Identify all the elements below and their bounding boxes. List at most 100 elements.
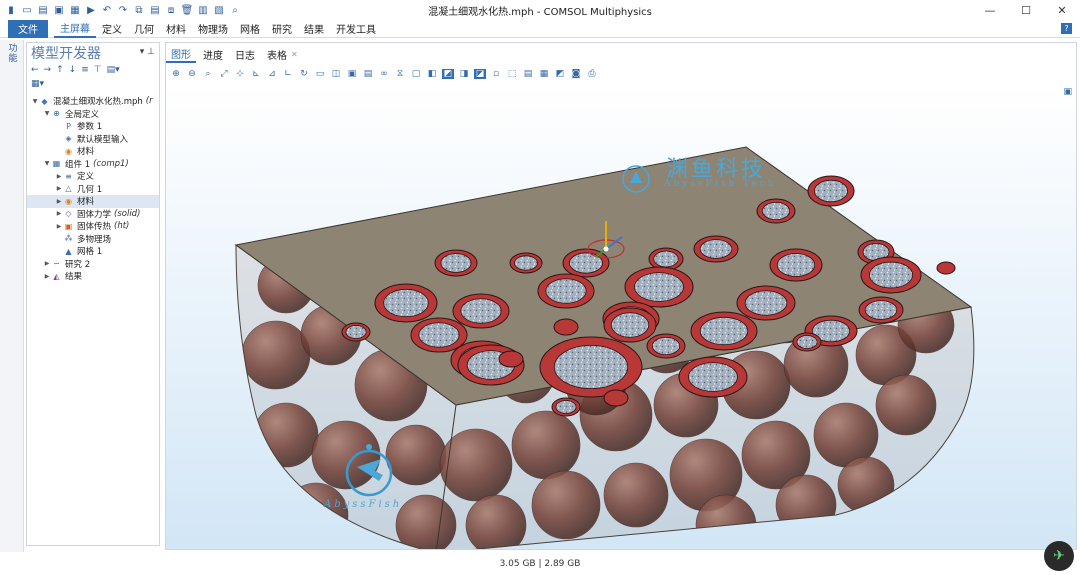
graphics-viewport[interactable]: 渊鱼科技 AbyssFish Tech AbyssFish ▣ [166, 85, 1076, 549]
menu-geometry[interactable]: 几何 [128, 20, 160, 38]
find-icon[interactable]: ⌕ [228, 3, 242, 17]
side-strip-label[interactable]: 功能 [7, 44, 19, 64]
close-tab-icon[interactable]: ✕ [291, 50, 298, 59]
zoom-in-icon[interactable]: ⊕ [170, 69, 182, 79]
zoom-extents-icon[interactable]: ⤢ [218, 69, 230, 79]
view-yz-icon[interactable]: ⊿ [266, 69, 278, 79]
redo-icon[interactable]: ↷ [116, 3, 130, 17]
wireframe-icon[interactable]: ▣ [346, 69, 358, 79]
expand-icon[interactable]: ≡ [81, 65, 89, 75]
file-menu-button[interactable]: 文件 [8, 19, 48, 38]
select-box-icon[interactable]: ▢ [410, 69, 422, 79]
back-icon[interactable]: ← [31, 65, 39, 75]
link-icon[interactable]: ∞ [378, 69, 390, 79]
expand-toggle-icon[interactable]: ▶ [43, 260, 51, 267]
minimize-button[interactable]: — [972, 0, 1008, 20]
collapse-icon[interactable]: ⊤ [94, 65, 102, 75]
panel-menu-icon[interactable]: ▾ [140, 47, 145, 57]
select-boundaries-icon[interactable]: ◨ [458, 69, 470, 79]
play-icon[interactable]: ▶ [84, 3, 98, 17]
menu-results[interactable]: 结果 [298, 20, 330, 38]
save-icon[interactable]: ▣ [52, 3, 66, 17]
delete-icon[interactable]: 🗑 [180, 3, 194, 17]
copy-icon[interactable]: ⧉ [132, 3, 146, 17]
scene-light-icon[interactable]: ▭ [314, 69, 326, 79]
tree-node[interactable]: ▲ 网格 1 [27, 245, 159, 258]
tree-node[interactable]: ▼ ▦ 组件 1 (comp1) [27, 158, 159, 171]
tree-node[interactable]: ⁂ 多物理场 [27, 233, 159, 246]
move-up-icon[interactable]: ↑ [56, 65, 64, 75]
tree-node[interactable]: ▼ ◆ 混凝土细观水化热.mph (r [27, 95, 159, 108]
expand-toggle-icon[interactable]: ▶ [55, 173, 63, 180]
render-icon[interactable]: ▤ [362, 69, 374, 79]
print-icon[interactable]: ⎙ [586, 69, 598, 79]
open-file-icon[interactable]: ▤ [36, 3, 50, 17]
clip-icon[interactable]: ⧖ [394, 69, 406, 79]
close-button[interactable]: ✕ [1044, 0, 1080, 20]
new-file-icon[interactable]: ▭ [20, 3, 34, 17]
tab-log[interactable]: 日志 [230, 45, 260, 63]
menu-definitions[interactable]: 定义 [96, 20, 128, 38]
transparency-icon[interactable]: ◫ [330, 69, 342, 79]
select-objects-icon[interactable]: ◩ [442, 69, 454, 79]
hide-icon[interactable]: ▤ [522, 69, 534, 79]
tree-node[interactable]: ▼ ⊕ 全局定义 [27, 108, 159, 121]
menu-developer[interactable]: 开发工具 [330, 20, 382, 38]
move-down-icon[interactable]: ↓ [69, 65, 77, 75]
tree-node[interactable]: ▶ ◭ 结果 [27, 270, 159, 283]
menu-physics[interactable]: 物理场 [192, 20, 234, 38]
show-more-icon[interactable]: ▦▾ [31, 79, 44, 89]
menu-home[interactable]: 主屏幕 [54, 20, 96, 38]
maximize-button[interactable]: ☐ [1008, 0, 1044, 20]
save-as-icon[interactable]: ▦ [68, 3, 82, 17]
expand-toggle-icon[interactable]: ▼ [31, 98, 39, 105]
paste-icon[interactable]: ▤ [148, 3, 162, 17]
forward-icon[interactable]: → [44, 65, 52, 75]
rotate-icon[interactable]: ↻ [298, 69, 310, 79]
tab-table[interactable]: 表格 ✕ [262, 45, 303, 63]
tree-node[interactable]: ◈ 默认模型输入 [27, 133, 159, 146]
zoom-box-icon[interactable]: ⌕ [202, 69, 214, 79]
pin-icon[interactable]: ⊥ [147, 47, 155, 57]
tab-graphics[interactable]: 图形 [166, 45, 196, 63]
menu-mesh[interactable]: 网格 [234, 20, 266, 38]
show-all-icon[interactable]: ▦ [538, 69, 550, 79]
undo-icon[interactable]: ↶ [100, 3, 114, 17]
expand-toggle-icon[interactable]: ▶ [55, 223, 63, 230]
select-points-icon[interactable]: ▫ [490, 69, 502, 79]
expand-toggle-icon[interactable]: ▼ [43, 110, 51, 117]
corner-badge-icon[interactable]: ✈ [1044, 541, 1074, 571]
menu-study[interactable]: 研究 [266, 20, 298, 38]
expand-toggle-icon[interactable]: ▼ [43, 160, 51, 167]
tree-node[interactable]: ▶ ∽ 研究 2 [27, 258, 159, 271]
menu-materials[interactable]: 材料 [160, 20, 192, 38]
axis-view-icon[interactable]: ⊹ [234, 69, 246, 79]
select-edges-icon[interactable]: ◪ [474, 69, 486, 79]
view-xy-icon[interactable]: ⊾ [250, 69, 262, 79]
help-icon[interactable]: ? [1061, 23, 1072, 34]
tree-options-icon[interactable]: ▤▾ [107, 65, 120, 75]
tree-node[interactable]: ◉ 材料 [27, 145, 159, 158]
expand-toggle-icon[interactable]: ▶ [55, 185, 63, 192]
select-domains-icon[interactable]: ◧ [426, 69, 438, 79]
tab-progress[interactable]: 进度 [198, 45, 228, 63]
restore-view-icon[interactable]: ▣ [1063, 87, 1072, 97]
duplicate-icon[interactable]: ⧈ [164, 3, 178, 17]
tree-node[interactable]: ▶ ▣ 固体传热 (ht) [27, 220, 159, 233]
zoom-out-icon[interactable]: ⊖ [186, 69, 198, 79]
settings-icon[interactable]: ▧ [212, 3, 226, 17]
screenshot-icon[interactable]: ◩ [554, 69, 566, 79]
expand-toggle-icon[interactable]: ▶ [55, 210, 63, 217]
view-zx-icon[interactable]: ∟ [282, 69, 294, 79]
camera-icon[interactable]: ◙ [570, 69, 582, 79]
tree-node[interactable]: P 参数 1 [27, 120, 159, 133]
tree-node[interactable]: ▶ ◉ 材料 [27, 195, 159, 208]
compact-history-icon[interactable]: ▥ [196, 3, 210, 17]
app-menu-icon[interactable]: ▮ [4, 3, 18, 17]
tree-node[interactable]: ▶ ◇ 固体力学 (solid) [27, 208, 159, 221]
clear-selection-icon[interactable]: ⬚ [506, 69, 518, 79]
expand-toggle-icon[interactable]: ▶ [43, 273, 51, 280]
expand-toggle-icon[interactable]: ▶ [55, 198, 63, 205]
tree-node[interactable]: ▶ △ 几何 1 [27, 183, 159, 196]
tree-node[interactable]: ▶ ≡ 定义 [27, 170, 159, 183]
